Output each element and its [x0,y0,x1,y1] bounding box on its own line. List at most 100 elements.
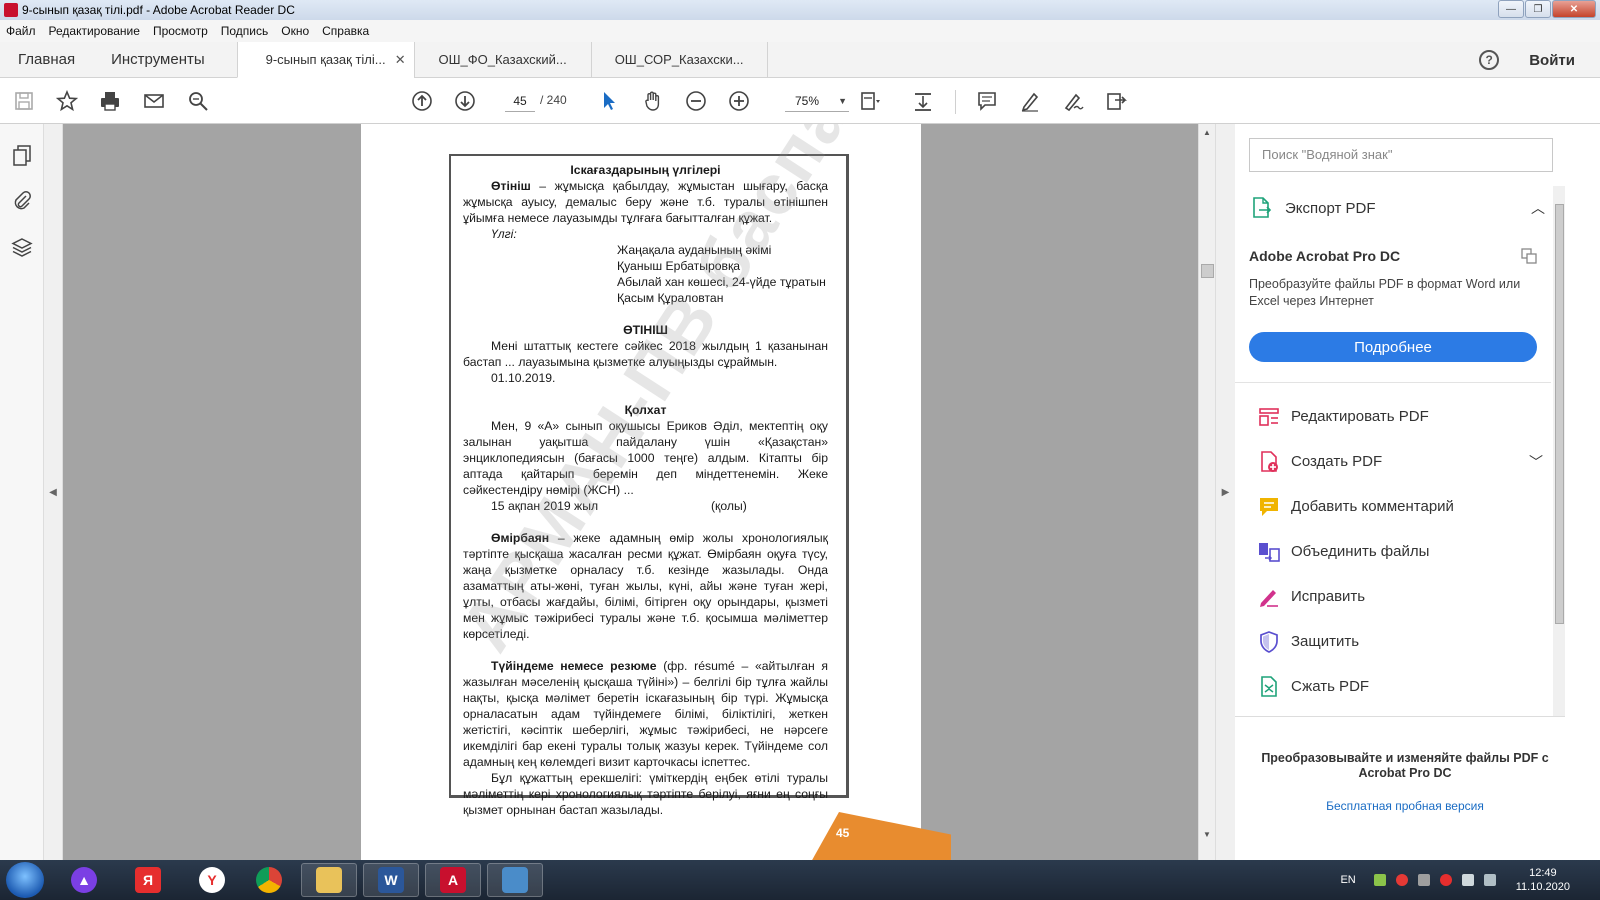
opera-tray-icon[interactable] [1395,874,1408,886]
tool-edit-pdf[interactable]: Редактировать PDF [1257,394,1557,439]
scroll-up-icon[interactable]: ▲ [1203,128,1211,137]
save-icon[interactable] [12,89,36,113]
export-pdf-header[interactable]: Экспорт PDF ︿ [1249,186,1553,230]
tool-fill-sign[interactable]: Исправить [1257,574,1557,619]
taskbar-acrobat[interactable]: A [425,863,481,897]
doc-tab-2[interactable]: ОШ_ФО_Казахский... [413,42,591,77]
sign-in-link[interactable]: Войти [1529,52,1575,69]
tool-add-comment[interactable]: Добавить комментарий [1257,484,1557,529]
doc-paragraph: Бұл құжаттың ерекшелігі: үміткердің еңбе… [463,771,828,817]
menu-file[interactable]: Файл [6,24,36,38]
menu-help[interactable]: Справка [322,24,369,38]
doc-paragraph: Өмірбаян – жеке адамның өмір жолы хронол… [463,530,828,642]
bookmark-star-icon[interactable] [55,89,79,113]
start-button[interactable] [6,862,44,898]
taskbar-photos[interactable] [487,863,543,897]
document-scrollbar[interactable]: ▲ ▼ [1198,124,1215,860]
doc-tab-3[interactable]: ОШ_СОР_Казахски... [590,42,768,77]
yandex-tray-icon[interactable] [1439,874,1452,886]
menu-view[interactable]: Просмотр [153,24,208,38]
export-pdf-icon [1253,197,1272,218]
left-panel-toggle[interactable]: ◀ [44,124,63,860]
address-line: Қуаныш Ербатыровқа [617,259,741,273]
security-tray-icon[interactable] [1373,874,1386,886]
tool-compress-pdf[interactable]: Сжать PDF [1257,664,1557,709]
doc-tab-active[interactable]: 9-сынып қазақ тілі... ✕ [236,42,414,78]
network-tray-icon[interactable] [1483,874,1496,886]
comment-icon[interactable] [975,89,999,113]
address-line: Қасым Құраловтан [617,291,724,305]
doc-tab-label: 9-сынып қазақ тілі... [265,52,386,67]
word-icon: W [378,867,404,893]
document-viewport[interactable]: Іскағаздарының үлгілері Өтініш – жұмысқа… [63,124,1226,860]
scroll-mode-icon[interactable] [911,89,935,113]
email-icon[interactable] [142,89,166,113]
page-number-input[interactable]: 45 [505,90,535,112]
language-indicator[interactable]: EN [1340,874,1355,886]
select-cursor-icon[interactable] [597,89,621,113]
export-pdf-label: Экспорт PDF [1285,199,1376,217]
promo-text: Преобразовывайте и изменяйте файлы PDF с… [1261,751,1549,780]
zoom-in-icon[interactable] [727,89,751,113]
scroll-thumb[interactable] [1555,204,1564,624]
window-controls: — ❐ ✕ [1497,0,1596,18]
promo-panel: Преобразовывайте и изменяйте файлы PDF с… [1235,716,1565,860]
share-edit-icon[interactable] [1104,89,1128,113]
chevron-up-icon[interactable]: ︿ [1531,198,1545,218]
tool-label: Создать PDF [1291,453,1383,470]
tool-label: Сжать PDF [1291,678,1370,695]
alice-icon: ▲ [71,867,97,893]
menu-window[interactable]: Окно [281,24,309,38]
taskbar-chrome[interactable] [241,863,297,897]
signature-label: (қолы) [711,499,747,513]
page-fit-icon[interactable] [858,89,882,113]
taskbar-alice[interactable]: ▲ [56,863,112,897]
sign-icon[interactable] [1061,89,1085,113]
scroll-thumb[interactable] [1201,264,1214,278]
previous-page-icon[interactable] [410,89,434,113]
help-icon[interactable]: ? [1479,50,1500,70]
chrome-icon [256,867,282,893]
print-icon[interactable] [98,89,122,113]
tool-protect[interactable]: Защитить [1257,619,1557,664]
term-resume: Түйіндеме немесе резюме [491,659,657,673]
taskbar-clock[interactable]: 12:49 11.10.2020 [1516,866,1570,894]
pages-thumbnail-icon[interactable] [11,144,33,166]
menu-sign[interactable]: Подпись [221,24,269,38]
taskbar-explorer[interactable] [301,863,357,897]
tab-tools[interactable]: Инструменты [93,42,237,77]
taskbar-yandex[interactable]: Я [120,863,176,897]
sound-tray-icon[interactable] [1417,874,1430,886]
free-trial-link[interactable]: Бесплатная пробная версия [1255,799,1555,813]
tab-home[interactable]: Главная [0,42,93,77]
zoom-select[interactable]: 75% ▼ [785,90,849,112]
close-window-button[interactable]: ✕ [1552,0,1596,18]
tool-combine-files[interactable]: Объединить файлы [1257,529,1557,574]
tools-pane-scrollbar[interactable] [1553,186,1565,716]
zoom-out-icon[interactable] [684,89,708,113]
signature-row: 15 ақпан 2019 жыл (қолы) [463,498,828,514]
yandex-icon: Я [135,867,161,893]
flag-tray-icon[interactable] [1461,874,1474,886]
highlight-pen-icon[interactable] [1018,89,1042,113]
taskbar-yandex-browser[interactable]: Y [184,863,240,897]
minimize-button[interactable]: — [1498,0,1524,18]
scroll-down-icon[interactable]: ▼ [1203,830,1211,839]
layers-icon[interactable] [11,236,33,258]
right-panel-toggle[interactable]: ▶ [1215,124,1235,860]
restore-button[interactable]: ❐ [1525,0,1551,18]
tool-create-pdf[interactable]: Создать PDF ﹀ [1257,439,1557,484]
next-page-icon[interactable] [453,89,477,113]
acrobat-app-icon [4,3,18,17]
attachment-icon[interactable] [11,190,33,212]
close-tab-icon[interactable]: ✕ [395,52,406,68]
taskbar-word[interactable]: W [363,863,419,897]
search-zoom-icon[interactable] [186,89,210,113]
hand-tool-icon[interactable] [641,89,665,113]
more-info-button[interactable]: Подробнее [1249,332,1537,362]
copy-icon[interactable] [1521,248,1537,264]
tools-search-input[interactable]: Поиск "Водяной знак" [1249,138,1553,172]
menu-edit[interactable]: Редактирование [49,24,140,38]
chevron-down-icon[interactable]: ﹀ [1529,452,1543,472]
pdf-page: Іскағаздарының үлгілері Өтініш – жұмысқа… [361,124,951,860]
